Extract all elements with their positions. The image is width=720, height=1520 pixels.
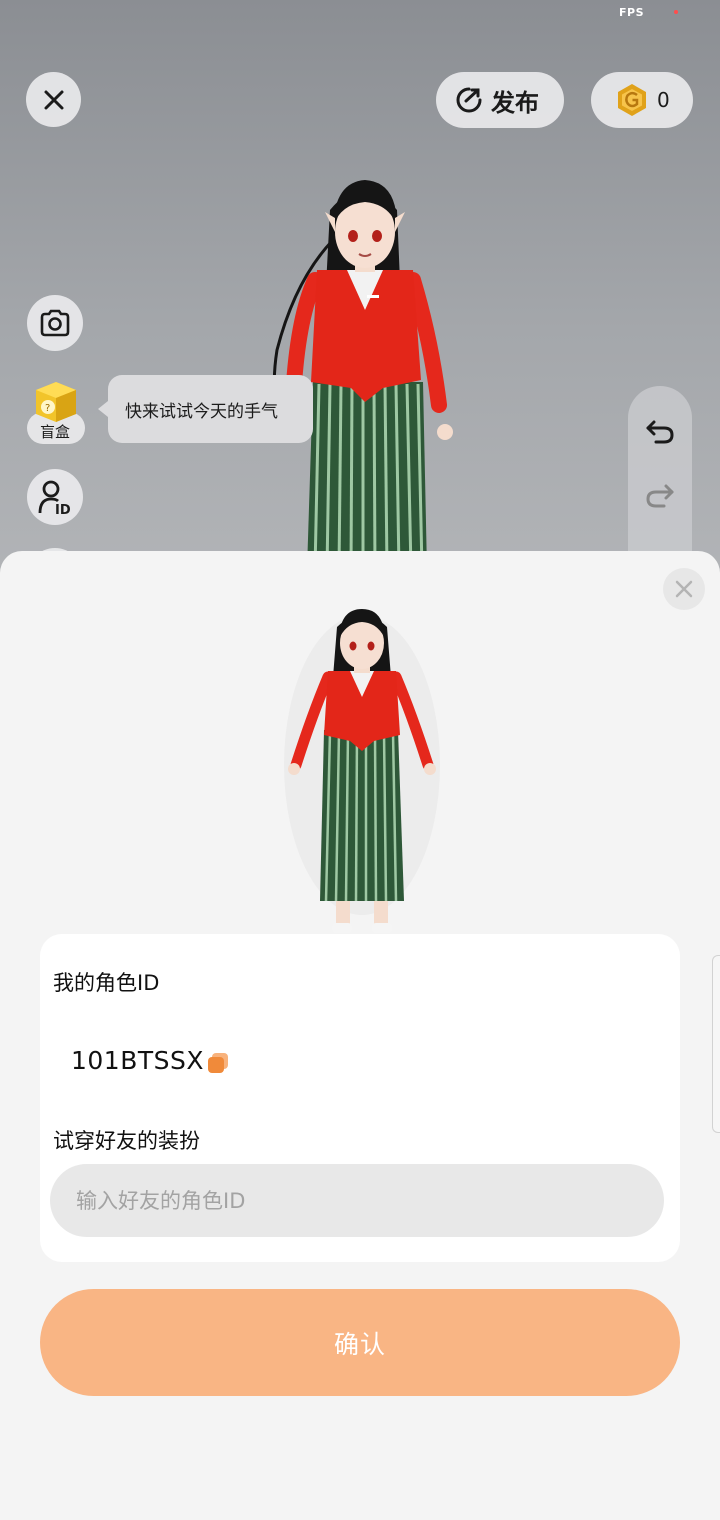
undo-button[interactable] — [644, 416, 676, 448]
my-id-label: 我的角色ID — [53, 971, 160, 995]
copy-icon[interactable] — [206, 1051, 230, 1075]
sheet-close-button[interactable] — [663, 568, 705, 610]
blindbox-tooltip: 快来试试今天的手气 — [98, 375, 313, 443]
blindbox-label: 盲盒 — [40, 423, 71, 441]
blindbox-icon: ? — [36, 382, 76, 422]
publish-icon — [456, 87, 482, 113]
avatar-id-icon: ID — [38, 480, 71, 515]
avatar-preview — [284, 609, 440, 933]
confirm-button[interactable]: 确认 — [40, 1289, 680, 1396]
camera-icon — [40, 309, 70, 337]
undo-icon — [646, 420, 674, 444]
svg-text:ID: ID — [55, 503, 71, 515]
svg-text:?: ? — [45, 403, 50, 414]
side-scrollbar[interactable] — [712, 955, 720, 1133]
close-icon — [44, 90, 63, 109]
coin-icon — [618, 84, 646, 116]
coin-count: 0 — [657, 88, 670, 112]
camera-button[interactable] — [27, 295, 83, 351]
avatar-id-button[interactable]: ID — [27, 469, 83, 525]
redo-button[interactable] — [644, 480, 676, 512]
fps-label: FPS — [619, 6, 644, 19]
close-button[interactable] — [26, 72, 81, 127]
try-friend-label: 试穿好友的装扮 — [53, 1129, 200, 1153]
publish-button[interactable]: 发布 — [436, 72, 564, 128]
avatar-scene[interactable]: FPS 发布 0 ? 盲盒 快来试试今天的手气 ID — [0, 0, 720, 600]
publish-label: 发布 — [491, 88, 539, 117]
friend-id-input[interactable] — [50, 1164, 664, 1237]
close-icon — [675, 580, 693, 598]
redo-icon — [646, 484, 674, 508]
my-id-value: 101BTSSX — [71, 1046, 205, 1075]
blindbox-button[interactable]: ? 盲盒 — [27, 376, 85, 446]
fps-indicator — [674, 10, 678, 14]
coin-balance[interactable]: 0 — [591, 72, 693, 128]
avatar-character[interactable] — [255, 170, 475, 570]
